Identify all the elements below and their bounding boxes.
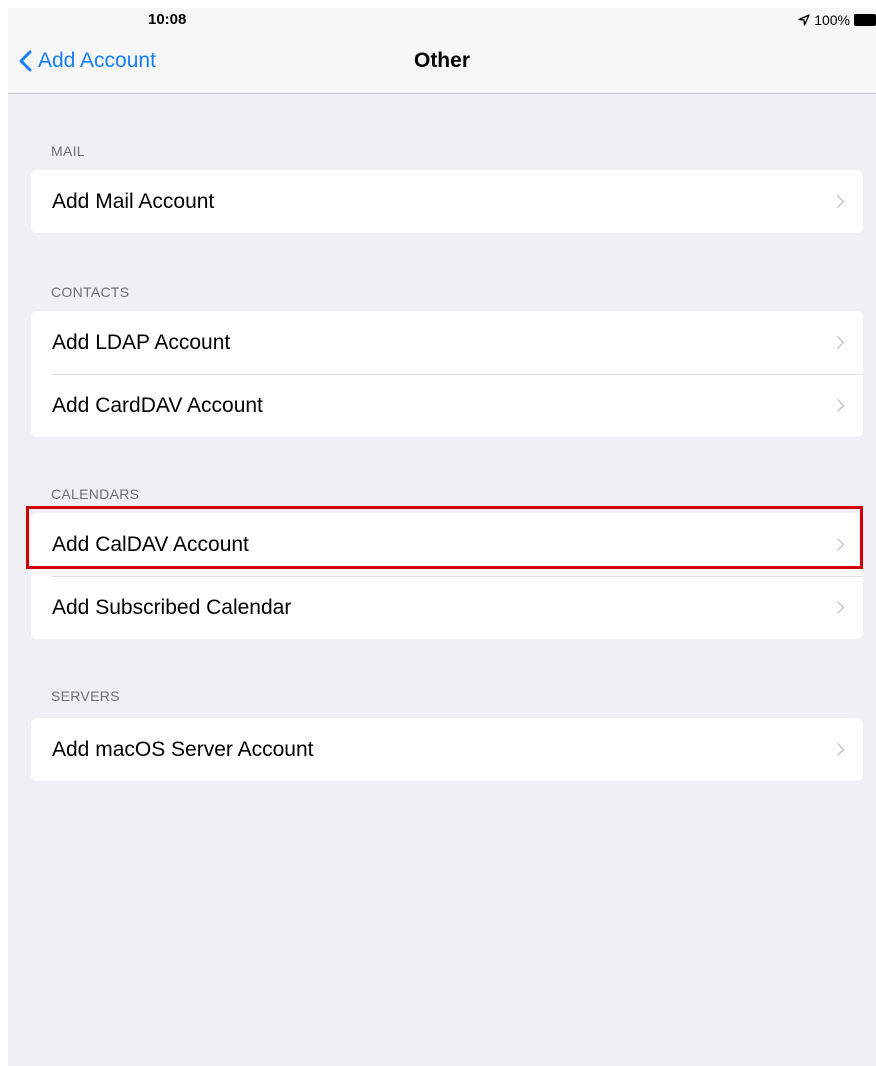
- section-header-contacts: CONTACTS: [51, 284, 130, 300]
- settings-screen: 10:08 100% Add Account Other MAIL Add Ma…: [8, 8, 876, 1066]
- row-label: Add macOS Server Account: [52, 737, 314, 761]
- page-title: Other: [413, 49, 470, 72]
- battery-percent: 100%: [814, 12, 850, 28]
- row-add-ldap-account[interactable]: Add LDAP Account: [31, 311, 863, 374]
- chevron-right-icon: [836, 335, 845, 350]
- group-calendars: Add CalDAV Account Add Subscribed Calend…: [31, 513, 863, 639]
- row-add-carddav-account[interactable]: Add CardDAV Account: [31, 374, 863, 437]
- group-mail: Add Mail Account: [31, 170, 863, 233]
- row-add-caldav-account[interactable]: Add CalDAV Account: [31, 513, 863, 576]
- group-servers: Add macOS Server Account: [31, 718, 863, 781]
- section-header-mail: MAIL: [51, 143, 85, 159]
- group-contacts: Add LDAP Account Add CardDAV Account: [31, 311, 863, 437]
- chevron-right-icon: [836, 537, 845, 552]
- row-label: Add CalDAV Account: [52, 532, 249, 556]
- chevron-right-icon: [836, 742, 845, 757]
- navigation-bar: Add Account Other: [8, 34, 876, 94]
- row-add-macos-server-account[interactable]: Add macOS Server Account: [31, 718, 863, 781]
- section-header-servers: SERVERS: [51, 688, 120, 704]
- row-add-subscribed-calendar[interactable]: Add Subscribed Calendar: [31, 576, 863, 639]
- row-label: Add Subscribed Calendar: [52, 595, 292, 619]
- status-time: 10:08: [148, 11, 187, 28]
- row-label: Add LDAP Account: [52, 330, 231, 354]
- chevron-right-icon: [836, 600, 845, 615]
- status-indicators: 100%: [798, 11, 876, 29]
- row-label: Add Mail Account: [52, 189, 215, 213]
- row-label: Add CardDAV Account: [52, 393, 263, 417]
- battery-icon: [854, 14, 876, 26]
- status-bar: 10:08 100%: [8, 8, 876, 34]
- location-arrow-icon: [798, 14, 810, 26]
- chevron-right-icon: [836, 194, 845, 209]
- chevron-right-icon: [836, 398, 845, 413]
- row-add-mail-account[interactable]: Add Mail Account: [31, 170, 863, 233]
- section-header-calendars: CALENDARS: [51, 486, 140, 502]
